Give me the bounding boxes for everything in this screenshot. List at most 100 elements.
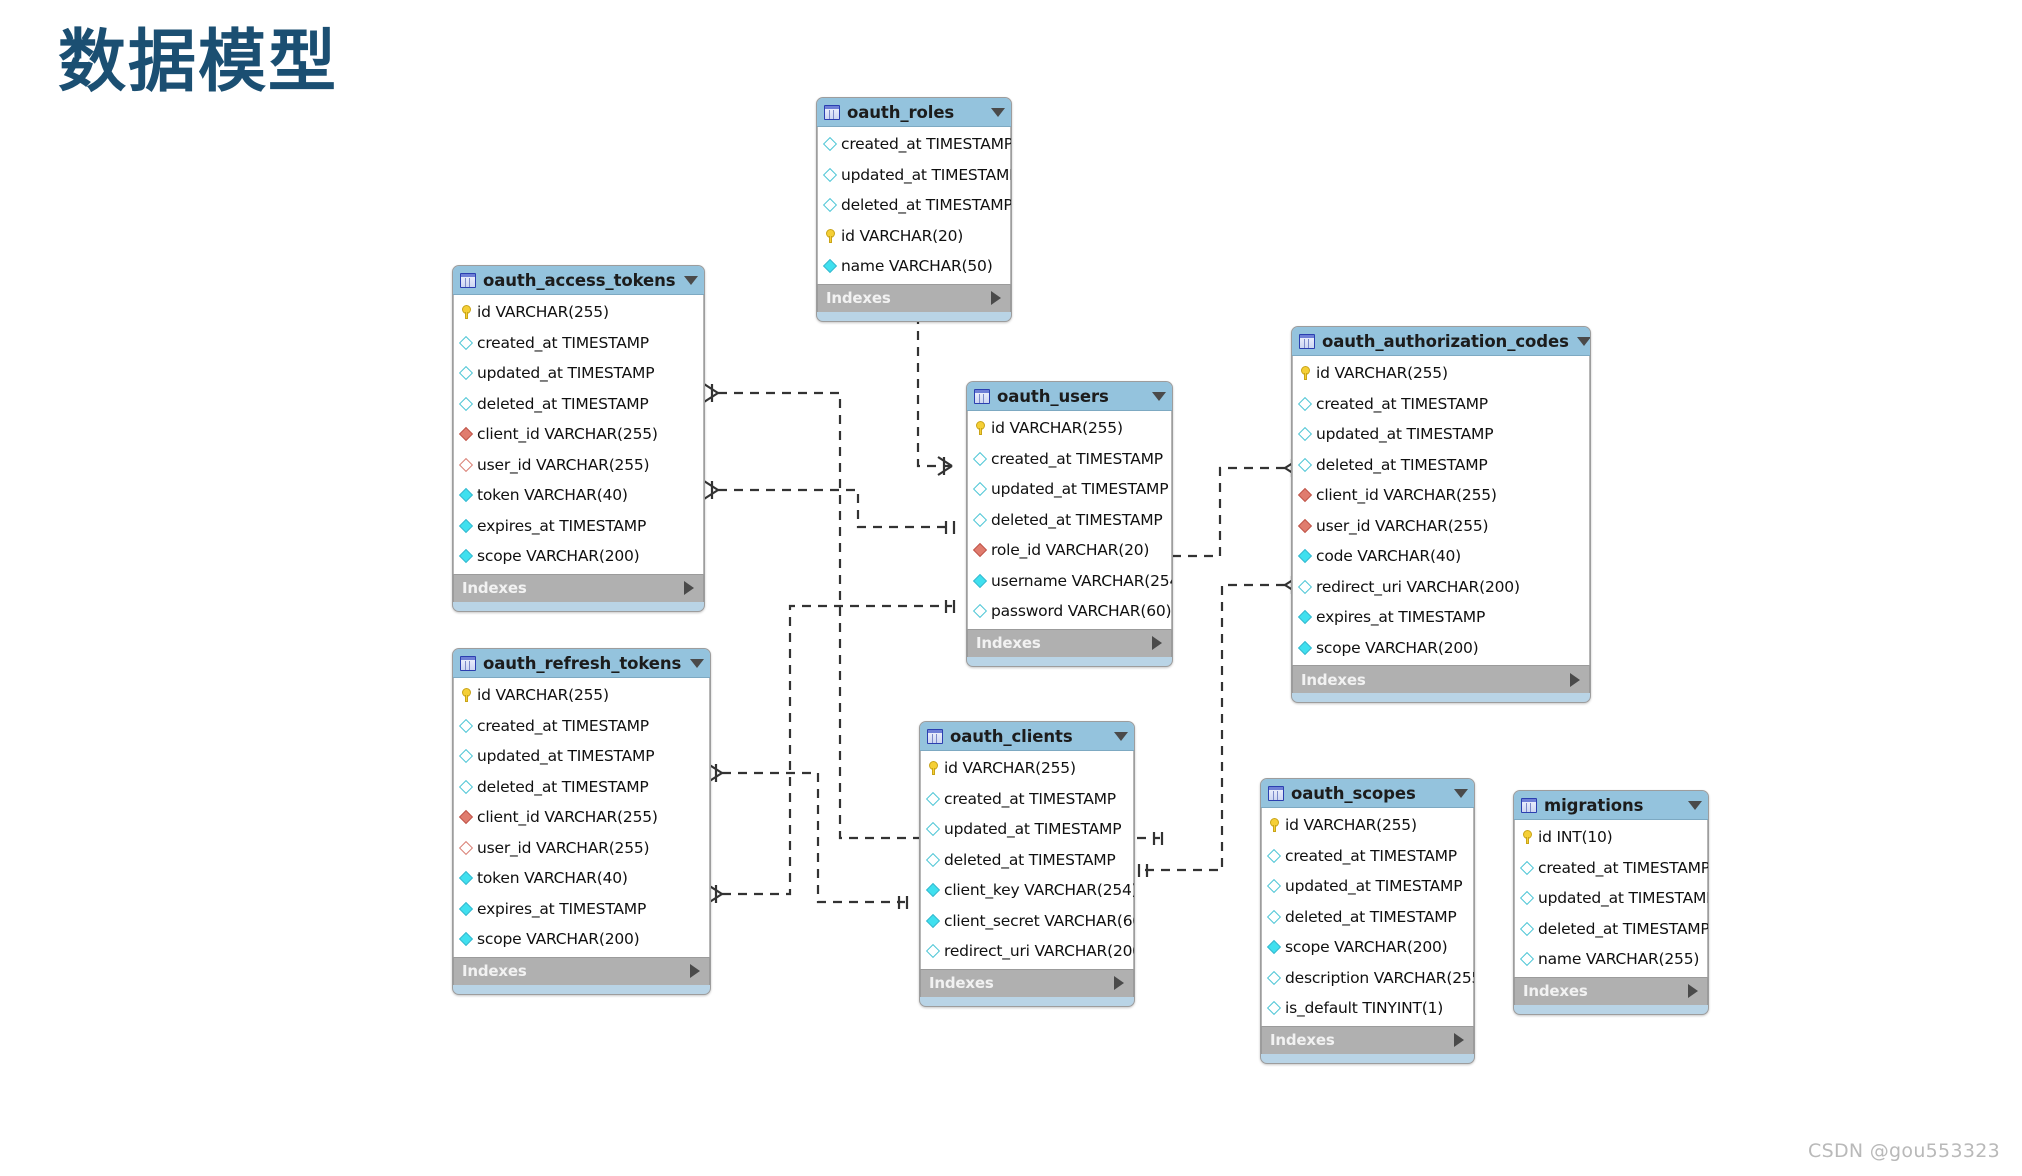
chevron-right-icon[interactable] — [991, 291, 1001, 305]
column-row[interactable]: deleted_at TIMESTAMP — [818, 190, 1011, 221]
column-row[interactable]: scope VARCHAR(200) — [454, 541, 703, 572]
table-header-oauth_refresh_tokens[interactable]: oauth_refresh_tokens — [453, 649, 710, 678]
table-header-oauth_access_tokens[interactable]: oauth_access_tokens — [453, 266, 704, 295]
column-label: updated_at TIMESTAMP — [1285, 877, 1463, 896]
column-row[interactable]: expires_at TIMESTAMP — [454, 894, 709, 925]
indexes-section-oauth_refresh_tokens[interactable]: Indexes — [453, 956, 710, 985]
indexes-section-migrations[interactable]: Indexes — [1514, 976, 1708, 1005]
chevron-down-icon[interactable] — [1688, 800, 1702, 810]
chevron-right-icon[interactable] — [1688, 984, 1698, 998]
column-row[interactable]: token VARCHAR(40) — [454, 863, 709, 894]
column-row[interactable]: redirect_uri VARCHAR(200) — [1293, 572, 1589, 603]
column-row[interactable]: role_id VARCHAR(20) — [968, 535, 1171, 566]
column-row[interactable]: created_at TIMESTAMP — [1293, 389, 1589, 420]
column-row[interactable]: deleted_at TIMESTAMP — [1262, 902, 1473, 933]
column-row[interactable]: user_id VARCHAR(255) — [454, 833, 709, 864]
entity-table-oauth_roles[interactable]: oauth_roles created_at TIMESTAMP updated_a… — [816, 97, 1012, 322]
indexes-section-oauth_roles[interactable]: Indexes — [817, 283, 1011, 312]
indexes-section-oauth_scopes[interactable]: Indexes — [1261, 1025, 1474, 1054]
column-row[interactable]: client_key VARCHAR(254) — [921, 875, 1134, 906]
column-row[interactable]: client_id VARCHAR(255) — [1293, 480, 1589, 511]
column-row[interactable]: id INT(10) — [1515, 822, 1707, 853]
column-row[interactable]: created_at TIMESTAMP — [1515, 853, 1708, 884]
column-row[interactable]: expires_at TIMESTAMP — [1293, 602, 1589, 633]
column-row[interactable]: created_at TIMESTAMP — [454, 328, 703, 359]
chevron-down-icon[interactable] — [1454, 788, 1468, 798]
column-row[interactable]: id VARCHAR(255) — [1262, 810, 1473, 841]
column-row[interactable]: client_secret VARCHAR(60) — [921, 906, 1134, 937]
chevron-down-icon[interactable] — [690, 658, 704, 668]
table-header-oauth_authorization_codes[interactable]: oauth_authorization_codes — [1292, 327, 1590, 356]
column-row[interactable]: description VARCHAR(255) — [1262, 963, 1474, 994]
chevron-right-icon[interactable] — [684, 581, 694, 595]
column-row[interactable]: created_at TIMESTAMP — [454, 711, 709, 742]
column-row[interactable]: created_at TIMESTAMP — [968, 444, 1171, 475]
column-row[interactable]: deleted_at TIMESTAMP — [454, 772, 709, 803]
column-row[interactable]: user_id VARCHAR(255) — [1293, 511, 1589, 542]
entity-table-oauth_refresh_tokens[interactable]: oauth_refresh_tokens id VARCHAR(255) creat… — [452, 648, 711, 995]
column-row[interactable]: updated_at TIMESTAMP — [818, 160, 1011, 191]
column-row[interactable]: token VARCHAR(40) — [454, 480, 703, 511]
indexes-section-oauth_access_tokens[interactable]: Indexes — [453, 573, 704, 602]
column-row[interactable]: id VARCHAR(255) — [968, 413, 1171, 444]
indexes-section-oauth_users[interactable]: Indexes — [967, 628, 1172, 657]
column-row[interactable]: deleted_at TIMESTAMP — [1515, 914, 1708, 945]
column-row[interactable]: client_id VARCHAR(255) — [454, 419, 703, 450]
column-row[interactable]: updated_at TIMESTAMP — [921, 814, 1133, 845]
column-row[interactable]: id VARCHAR(255) — [454, 297, 703, 328]
chevron-right-icon[interactable] — [1152, 636, 1162, 650]
chevron-right-icon[interactable] — [1570, 672, 1580, 687]
column-row[interactable]: scope VARCHAR(200) — [1293, 633, 1589, 664]
chevron-down-icon[interactable] — [1114, 731, 1128, 741]
column-row[interactable]: updated_at TIMESTAMP — [1293, 419, 1589, 450]
column-row[interactable]: updated_at TIMESTAMP — [1515, 883, 1708, 914]
table-header-oauth_roles[interactable]: oauth_roles — [817, 98, 1011, 127]
entity-table-oauth_users[interactable]: oauth_users id VARCHAR(255) created_at TIM… — [966, 381, 1173, 667]
column-row[interactable]: updated_at TIMESTAMP — [454, 358, 703, 389]
chevron-down-icon[interactable] — [1576, 336, 1590, 346]
column-row[interactable]: updated_at TIMESTAMP — [454, 741, 709, 772]
column-row[interactable]: user_id VARCHAR(255) — [454, 450, 703, 481]
column-row[interactable]: scope VARCHAR(200) — [454, 924, 709, 955]
chevron-right-icon[interactable] — [690, 964, 700, 978]
column-row[interactable]: updated_at TIMESTAMP — [968, 474, 1171, 505]
entity-table-oauth_access_tokens[interactable]: oauth_access_tokens id VARCHAR(255) create… — [452, 265, 705, 612]
column-row[interactable]: deleted_at TIMESTAMP — [921, 845, 1133, 876]
column-row[interactable]: is_default TINYINT(1) — [1262, 993, 1473, 1024]
chevron-down-icon[interactable] — [991, 107, 1005, 117]
column-row[interactable]: created_at TIMESTAMP — [1262, 841, 1473, 872]
column-row[interactable]: code VARCHAR(40) — [1293, 541, 1589, 572]
column-row[interactable]: name VARCHAR(50) — [818, 251, 1010, 282]
table-header-oauth_users[interactable]: oauth_users — [967, 382, 1172, 411]
indexes-section-oauth_authorization_codes[interactable]: Indexes — [1292, 665, 1590, 693]
column-row[interactable]: scope VARCHAR(200) — [1262, 932, 1473, 963]
indexes-section-oauth_clients[interactable]: Indexes — [920, 968, 1134, 997]
column-row[interactable]: updated_at TIMESTAMP — [1262, 871, 1473, 902]
table-header-migrations[interactable]: migrations — [1514, 791, 1708, 820]
column-row[interactable]: deleted_at TIMESTAMP — [1293, 450, 1589, 481]
column-row[interactable]: redirect_uri VARCHAR(200) — [921, 936, 1134, 967]
chevron-right-icon[interactable] — [1114, 976, 1124, 990]
column-row[interactable]: id VARCHAR(20) — [818, 221, 1010, 252]
entity-table-migrations[interactable]: migrations id INT(10) created_at TIMESTAMP… — [1513, 790, 1709, 1015]
chevron-right-icon[interactable] — [1454, 1033, 1464, 1047]
column-row[interactable]: username VARCHAR(254) — [968, 566, 1172, 597]
column-row[interactable]: client_id VARCHAR(255) — [454, 802, 709, 833]
column-row[interactable]: created_at TIMESTAMP — [921, 784, 1133, 815]
entity-table-oauth_scopes[interactable]: oauth_scopes id VARCHAR(255) created_at TI… — [1260, 778, 1475, 1064]
entity-table-oauth_clients[interactable]: oauth_clients id VARCHAR(255) created_at T… — [919, 721, 1135, 1007]
table-header-oauth_scopes[interactable]: oauth_scopes — [1261, 779, 1474, 808]
chevron-down-icon[interactable] — [684, 275, 698, 285]
column-row[interactable]: deleted_at TIMESTAMP — [968, 505, 1171, 536]
chevron-down-icon[interactable] — [1152, 391, 1166, 401]
entity-table-oauth_authorization_codes[interactable]: oauth_authorization_codes id VARCHAR(255)… — [1291, 326, 1591, 703]
column-row[interactable]: id VARCHAR(255) — [921, 753, 1133, 784]
column-row[interactable]: expires_at TIMESTAMP — [454, 511, 703, 542]
column-row[interactable]: id VARCHAR(255) — [1293, 358, 1589, 389]
column-row[interactable]: name VARCHAR(255) — [1515, 944, 1707, 975]
column-row[interactable]: id VARCHAR(255) — [454, 680, 709, 711]
column-row[interactable]: password VARCHAR(60) — [968, 596, 1172, 627]
column-row[interactable]: deleted_at TIMESTAMP — [454, 389, 703, 420]
column-row[interactable]: created_at TIMESTAMP — [818, 129, 1011, 160]
table-header-oauth_clients[interactable]: oauth_clients — [920, 722, 1134, 751]
